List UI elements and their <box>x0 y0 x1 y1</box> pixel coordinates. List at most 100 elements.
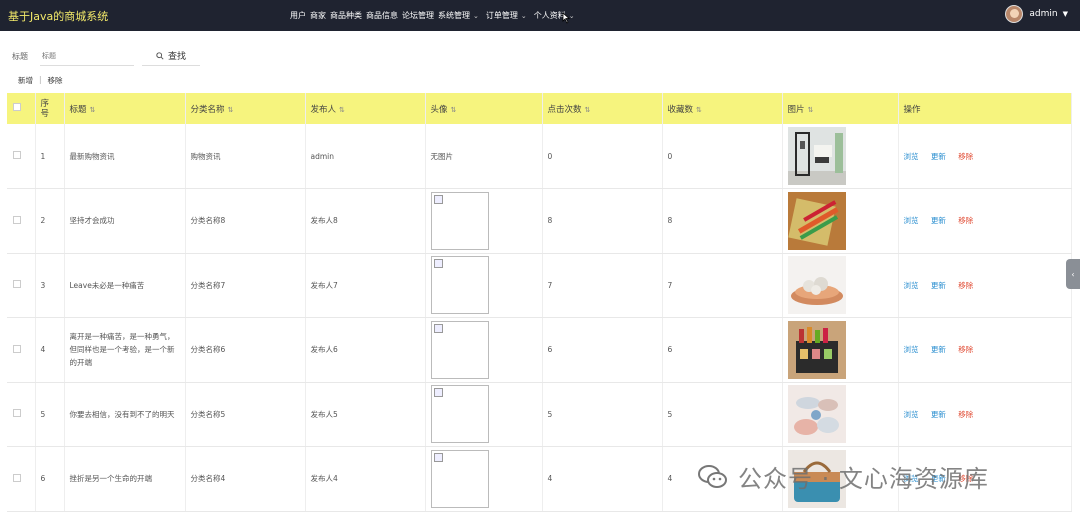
cell-no: 3 <box>35 253 65 318</box>
product-image <box>787 191 898 250</box>
col-header-no: 序号 <box>35 93 65 124</box>
row-checkbox[interactable] <box>7 446 36 512</box>
username[interactable]: admin <box>1029 9 1057 19</box>
update-button[interactable]: 更新 <box>931 281 946 290</box>
cell-clicks: 4 <box>542 446 663 512</box>
search-input[interactable] <box>40 46 134 66</box>
select-all-checkbox[interactable] <box>7 93 36 124</box>
cell-ops: 浏览 更新 移除 <box>898 317 1072 383</box>
main-nav: 用户 商家 商品种类 商品信息 论坛管理 系统管理 ⌄ 订单管理 ⌄ 个人资料 ⌄ <box>290 10 582 21</box>
update-button[interactable]: 更新 <box>931 345 946 354</box>
col-header-clicks[interactable]: 点击次数 ⇅ <box>542 93 663 124</box>
cell-clicks: 6 <box>542 317 663 383</box>
cell-no: 1 <box>35 124 65 189</box>
table-row: 3 Leave未必是一种痛苦 分类名称7 发布人7 7 7 浏览 更新 移除 <box>7 253 1072 318</box>
nav-item-4[interactable]: 论坛管理 <box>402 10 434 21</box>
col-header-publisher[interactable]: 发布人 ⇅ <box>305 93 426 124</box>
side-drawer-toggle[interactable]: ‹ <box>1066 259 1080 289</box>
nav-item-label: 论坛管理 <box>402 11 434 20</box>
remove-button[interactable]: 移除 <box>48 75 63 86</box>
cell-pic <box>782 188 899 254</box>
row-checkbox[interactable] <box>7 253 36 318</box>
cell-title: 离开是一种痛苦，是一种勇气，但同样也是一个考验，是一个新的开端 <box>64 317 186 383</box>
cell-avatar <box>425 382 543 447</box>
sort-icon: ⇅ <box>339 105 345 114</box>
no-image-text: 无图片 <box>430 151 454 161</box>
row-checkbox[interactable] <box>7 124 36 189</box>
sort-icon: ⇅ <box>807 105 814 114</box>
nav-item-label: 订单管理 <box>485 11 518 20</box>
nav-item-3[interactable]: 商品信息 <box>366 10 398 21</box>
user-menu[interactable]: admin ▼ <box>1005 5 1068 23</box>
sort-icon: ⇅ <box>227 105 234 114</box>
view-button[interactable]: 浏览 <box>904 216 919 225</box>
avatar[interactable] <box>1005 5 1024 23</box>
cell-clicks: 0 <box>542 124 663 189</box>
delete-button[interactable]: 移除 <box>958 345 973 354</box>
update-button[interactable]: 更新 <box>931 216 946 225</box>
table-row: 2 坚持才会成功 分类名称8 发布人8 8 8 浏览 更新 移除 <box>7 188 1072 254</box>
cell-ops: 浏览 更新 移除 <box>898 253 1072 318</box>
delete-button[interactable]: 移除 <box>958 216 973 225</box>
cell-ops: 浏览 更新 移除 <box>898 382 1072 447</box>
product-image <box>787 385 898 444</box>
cell-clicks: 7 <box>542 253 663 318</box>
view-button[interactable]: 浏览 <box>904 345 919 354</box>
chevron-down-icon: ⌄ <box>520 11 527 20</box>
data-table: 序号 标题 ⇅ 分类名称 ⇅ 发布人 ⇅ 头像 ⇅ 点击次数 ⇅ 收藏数 ⇅ 图片 ⇅ 操作 … <box>7 93 1072 512</box>
nav-item-2[interactable]: 商品种类 <box>330 10 362 21</box>
cell-avatar <box>425 446 543 512</box>
table-row: 4 离开是一种痛苦，是一种勇气，但同样也是一个考验，是一个新的开端 分类名称6 … <box>7 317 1072 383</box>
delete-button[interactable]: 移除 <box>958 152 973 161</box>
search-bar: 标题 查找 <box>12 46 200 66</box>
table-row: 5 你要去相信，没有到不了的明天 分类名称5 发布人5 5 5 浏览 更新 移除 <box>7 382 1072 447</box>
update-button[interactable]: 更新 <box>931 410 946 419</box>
col-header-title[interactable]: 标题 ⇅ <box>64 93 186 124</box>
product-image <box>787 127 898 185</box>
cell-category: 分类名称6 <box>185 317 306 383</box>
col-header-category[interactable]: 分类名称 ⇅ <box>185 93 306 124</box>
sort-icon: ⇅ <box>89 105 96 114</box>
nav-item-0[interactable]: 用户 <box>290 10 306 21</box>
cell-avatar <box>425 253 543 318</box>
nav-item-label: 用户 <box>290 11 306 20</box>
cell-publisher: 发布人5 <box>305 382 426 447</box>
delete-button[interactable]: 移除 <box>958 281 973 290</box>
chevron-down-icon: ⌄ <box>473 11 479 20</box>
cell-no: 5 <box>35 382 65 447</box>
cell-favs: 0 <box>662 124 783 189</box>
broken-image-icon <box>430 449 489 508</box>
cell-category: 分类名称8 <box>185 188 306 254</box>
cell-title: 坚持才会成功 <box>64 188 186 254</box>
row-checkbox[interactable] <box>7 382 36 447</box>
watermark-text: 公众号 · 文心海资源库 <box>738 465 989 493</box>
mouse-cursor-icon <box>562 12 571 24</box>
sort-icon: ⇅ <box>450 105 457 114</box>
col-header-avatar[interactable]: 头像 ⇅ <box>425 93 543 124</box>
broken-image-icon <box>430 191 489 250</box>
search-button[interactable]: 查找 <box>142 46 200 66</box>
delete-button[interactable]: 移除 <box>958 410 973 419</box>
update-button[interactable]: 更新 <box>931 152 946 161</box>
view-button[interactable]: 浏览 <box>904 152 919 161</box>
nav-item-1[interactable]: 商家 <box>310 10 326 21</box>
chevron-left-icon: ‹ <box>1071 269 1075 279</box>
add-button[interactable]: 新增 <box>18 75 33 86</box>
col-header-pic[interactable]: 图片 ⇅ <box>782 93 899 124</box>
row-checkbox[interactable] <box>7 317 36 383</box>
cell-ops: 浏览 更新 移除 <box>898 188 1072 254</box>
cell-publisher: 发布人4 <box>305 446 426 512</box>
view-button[interactable]: 浏览 <box>904 281 919 290</box>
row-checkbox[interactable] <box>7 188 36 254</box>
nav-item-7[interactable]: 个人资料 ⌄ <box>534 10 578 21</box>
chevron-down-icon[interactable]: ▼ <box>1063 10 1068 18</box>
cell-no: 2 <box>35 188 65 254</box>
nav-item-6[interactable]: 订单管理 ⌄ <box>486 10 530 21</box>
nav-item-5[interactable]: 系统管理 ⌄ <box>438 10 482 21</box>
cell-publisher: 发布人8 <box>305 188 426 254</box>
cell-no: 6 <box>35 446 65 512</box>
view-button[interactable]: 浏览 <box>904 410 919 419</box>
col-header-favs[interactable]: 收藏数 ⇅ <box>662 93 783 124</box>
broken-image-icon <box>430 320 489 379</box>
product-image <box>787 320 898 379</box>
